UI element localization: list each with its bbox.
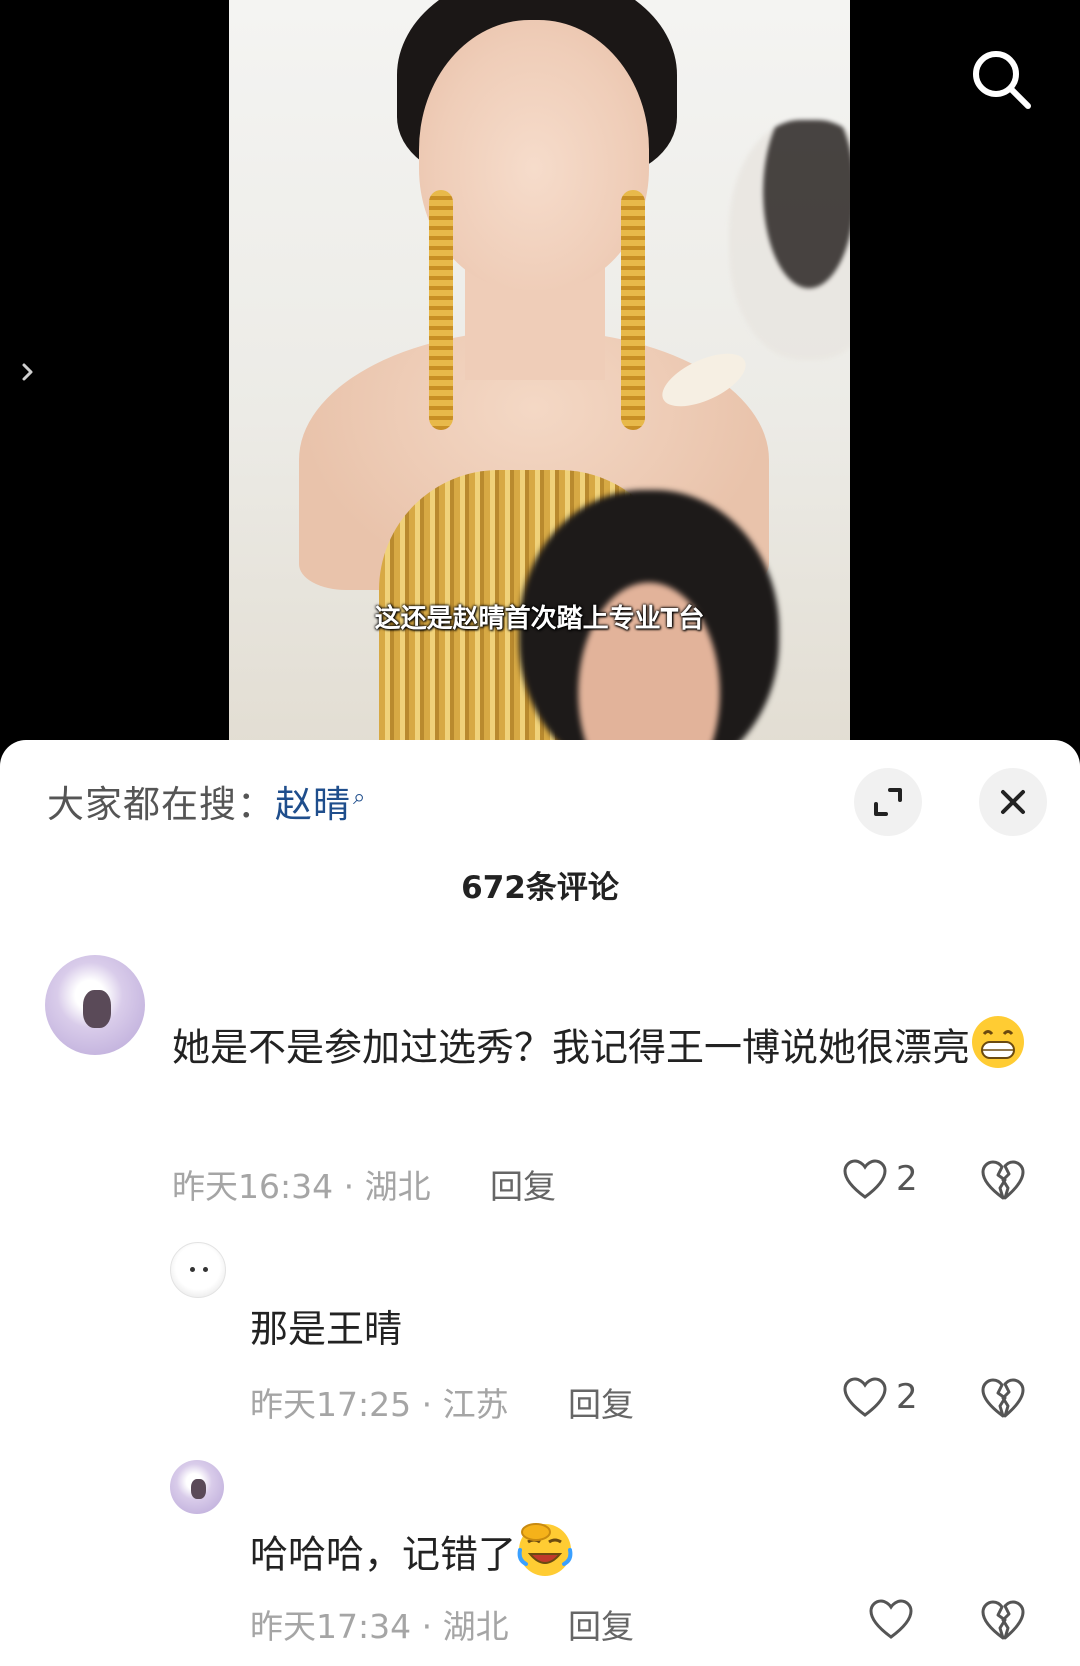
reply-button[interactable]: 回复 [568, 1600, 634, 1648]
broken-heart-icon [981, 1160, 1025, 1200]
comment-text: 她是不是参加过选秀？我记得王一博说她很漂亮 [172, 1014, 1032, 1086]
comment-sheet: 大家都在搜：赵晴⌕ 672条评论 她是不是参加过选秀？我记得王一博说她很漂亮 昨… [0, 740, 1080, 1666]
comment-text: 哈哈哈，记错了 [250, 1520, 574, 1594]
close-icon [1001, 790, 1025, 814]
broken-heart-icon [981, 1600, 1025, 1640]
broken-heart-icon [981, 1378, 1025, 1418]
dislike-button[interactable] [980, 1158, 1026, 1202]
video-player[interactable]: 这还是赵晴首次踏上专业T台 [0, 0, 1080, 760]
hot-search-label: 大家都在搜： [47, 783, 275, 826]
chevron-right-icon [22, 363, 33, 381]
avatar[interactable] [170, 1460, 224, 1514]
expand-button[interactable] [854, 768, 922, 836]
dislike-button[interactable] [980, 1376, 1026, 1420]
comment-text: 那是王晴 [250, 1307, 403, 1351]
heart-icon [869, 1599, 913, 1639]
background-person [729, 120, 850, 360]
earring-right [621, 190, 645, 430]
figure-face [419, 20, 649, 290]
close-button[interactable] [979, 768, 1047, 836]
comment-meta: 昨天17:34 · 湖北 [250, 1607, 509, 1646]
reply-button[interactable]: 回复 [568, 1378, 634, 1426]
dislike-button[interactable] [980, 1598, 1026, 1642]
like-button[interactable] [868, 1598, 922, 1640]
heart-icon [843, 1159, 887, 1199]
heart-icon [843, 1377, 887, 1417]
expand-icon [874, 788, 902, 816]
earring-left [429, 190, 453, 430]
search-button[interactable] [970, 48, 1034, 112]
face-palm-laughing-emoji [516, 1520, 574, 1594]
reply-button[interactable]: 回复 [490, 1160, 556, 1208]
video-frame[interactable]: 这还是赵晴首次踏上专业T台 [229, 0, 850, 760]
search-icon [973, 51, 1031, 109]
side-panel-toggle[interactable] [18, 358, 38, 386]
like-button[interactable]: 2 [842, 1158, 918, 1200]
like-count: 2 [896, 1159, 918, 1199]
hot-search-bar[interactable]: 大家都在搜：赵晴⌕ [47, 774, 366, 828]
video-subtitle: 这还是赵晴首次踏上专业T台 [374, 604, 705, 634]
like-button[interactable]: 2 [842, 1376, 918, 1418]
search-small-icon: ⌕ [353, 784, 367, 810]
comment-meta: 昨天17:25 · 江苏 [250, 1385, 509, 1424]
avatar[interactable] [45, 955, 145, 1055]
hot-search-keyword[interactable]: 赵晴 [275, 783, 351, 826]
like-count: 2 [896, 1377, 918, 1417]
grinning-face-emoji [970, 1014, 1026, 1086]
comment-count: 672条评论 [461, 870, 619, 906]
comment-meta: 昨天16:34 · 湖北 [172, 1167, 431, 1206]
avatar[interactable] [170, 1242, 226, 1298]
